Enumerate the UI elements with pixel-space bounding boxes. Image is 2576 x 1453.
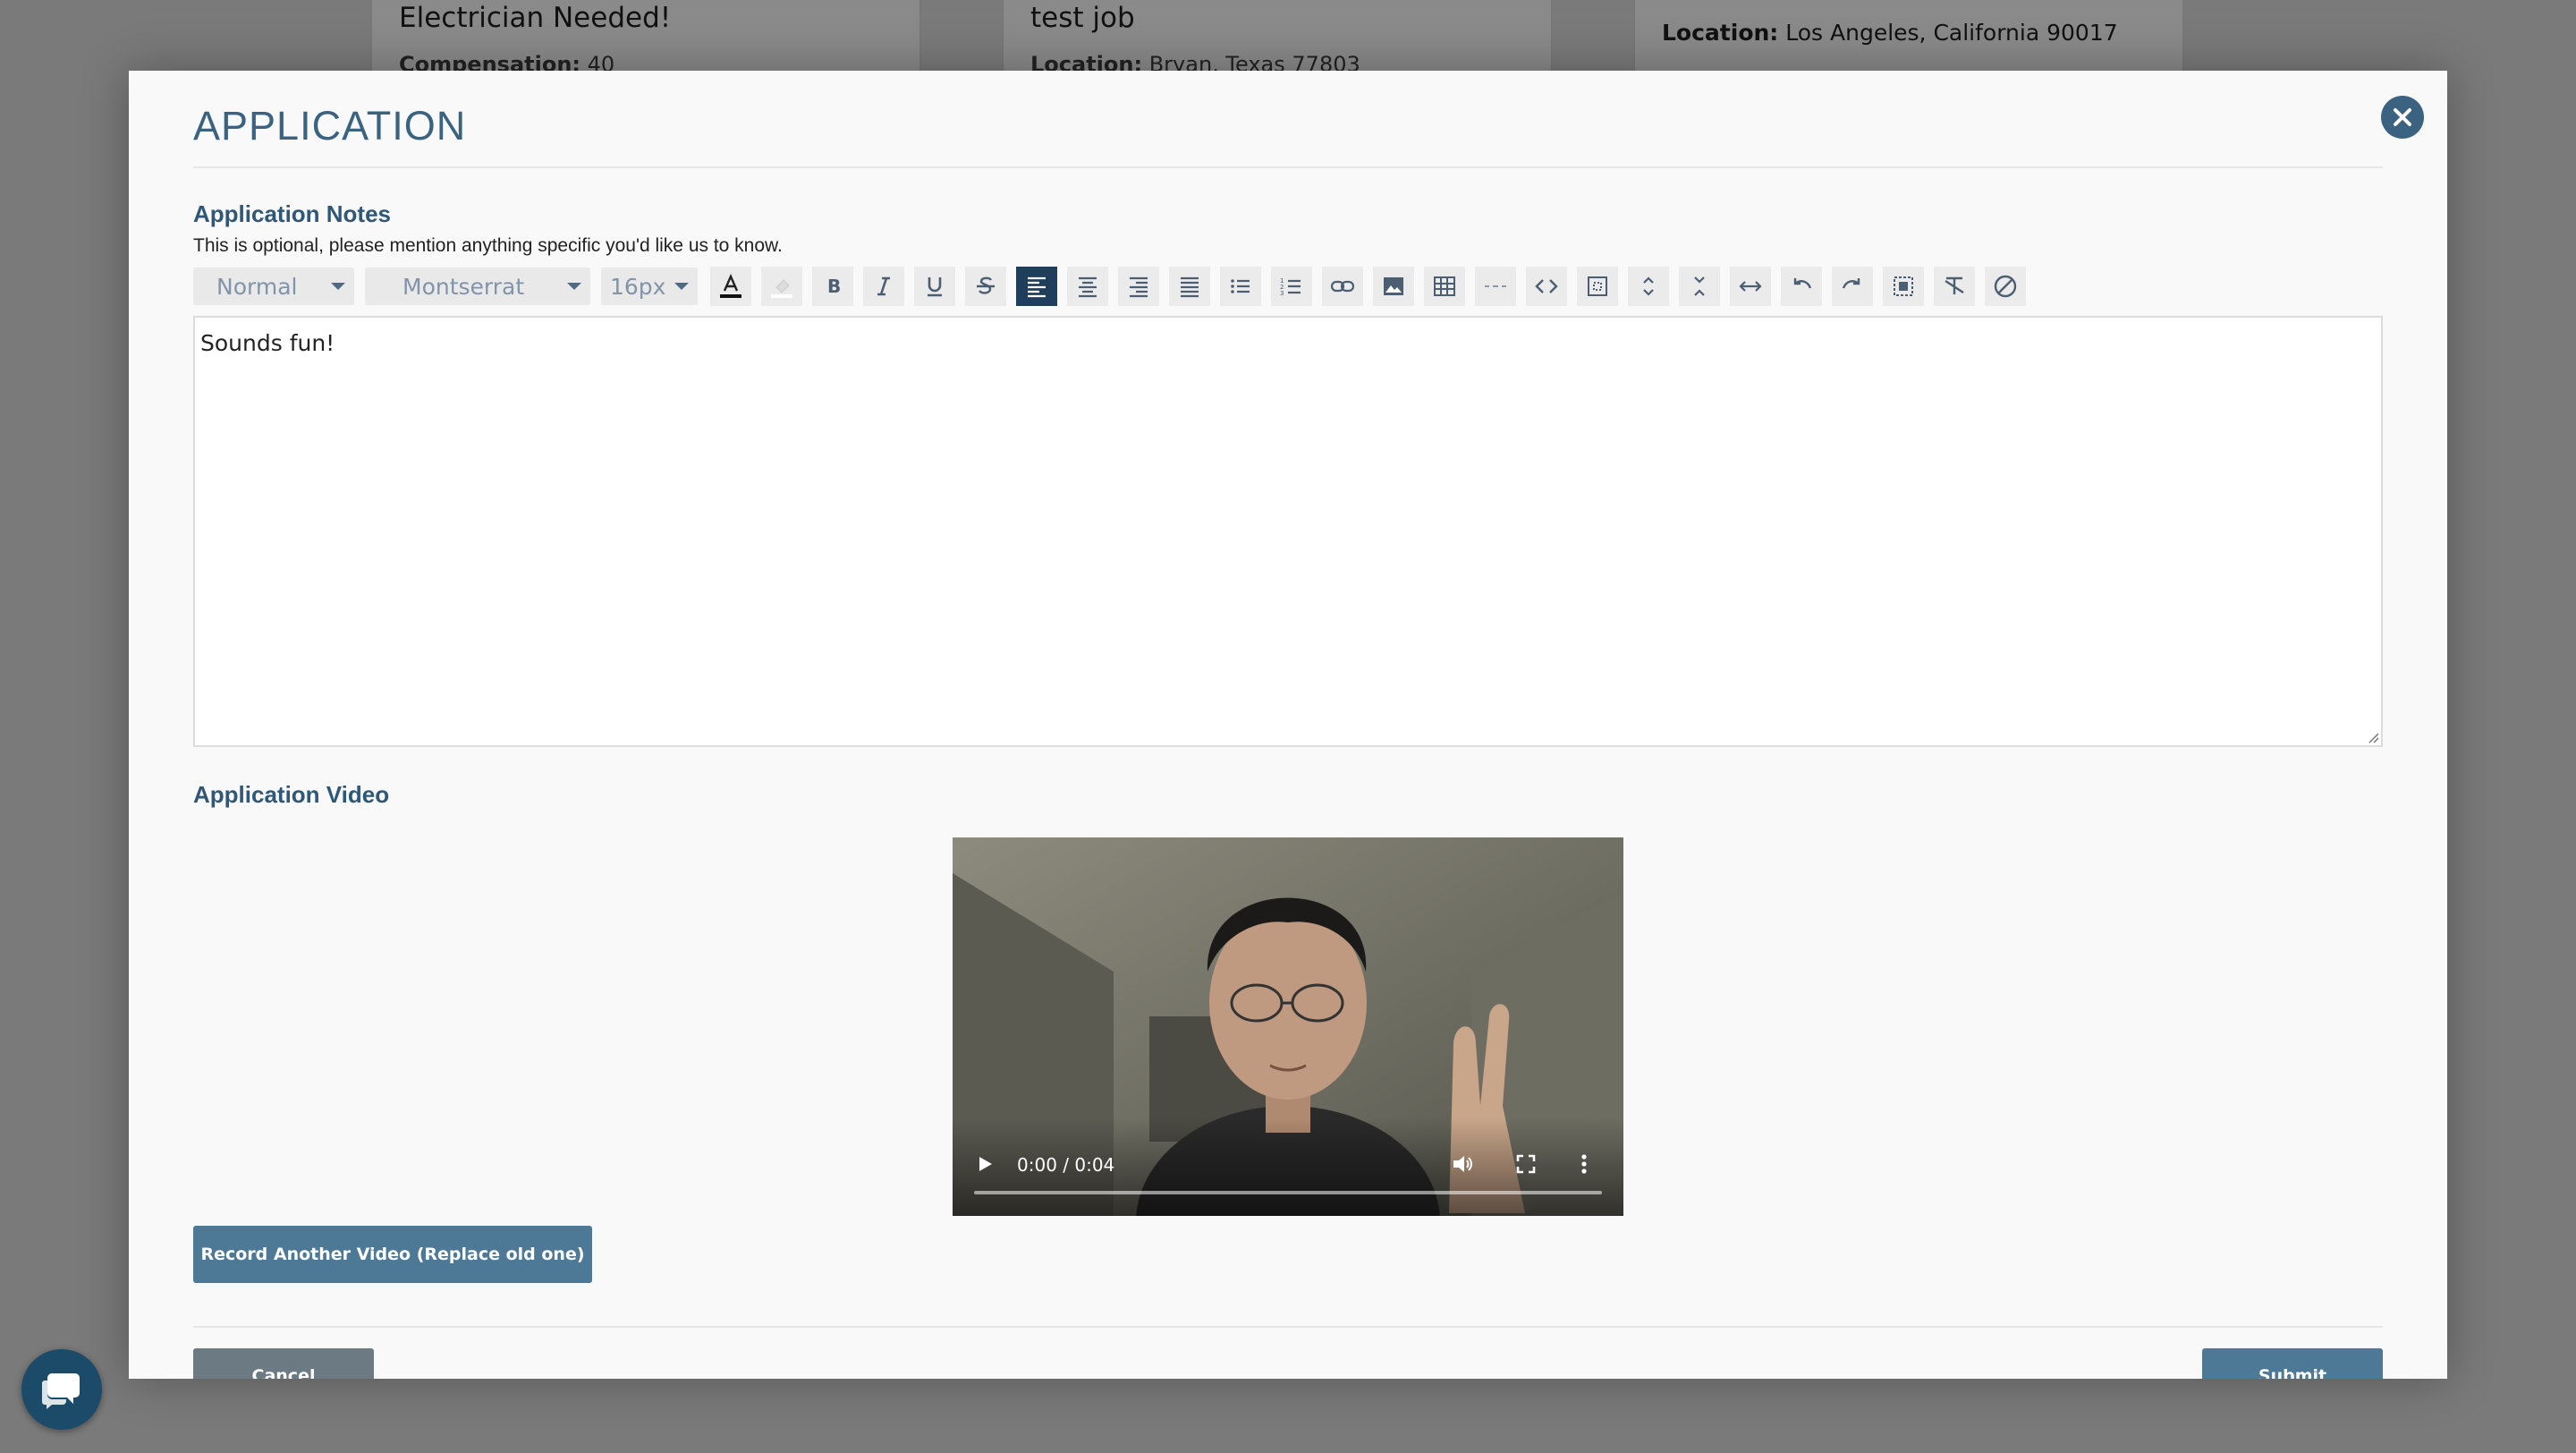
svg-text:B: B xyxy=(827,276,841,297)
align-justify-icon xyxy=(1181,276,1199,298)
chat-icon xyxy=(42,1373,80,1409)
volume-icon[interactable] xyxy=(1452,1153,1475,1175)
line-height-up-icon xyxy=(1643,276,1654,296)
strikethrough-icon xyxy=(977,276,995,294)
align-left-icon xyxy=(1028,276,1046,298)
resize-handle-icon[interactable] xyxy=(2365,729,2379,743)
video-time: 0:00 / 0:04 xyxy=(1017,1154,1115,1176)
job-card-electrician: Electrician Needed! Compensation: 40 xyxy=(370,0,921,77)
undo-icon xyxy=(1793,278,1812,289)
notes-editor-text[interactable]: Sounds fun! xyxy=(200,330,335,356)
bullet-list-button[interactable] xyxy=(1220,267,1261,306)
italic-icon xyxy=(877,276,890,296)
job-card-test: test job Location: Bryan, Texas 77803 xyxy=(1002,0,1553,77)
table-button[interactable] xyxy=(1424,267,1465,306)
align-right-icon xyxy=(1130,276,1148,298)
code-view-button[interactable] xyxy=(1526,267,1567,306)
italic-button[interactable] xyxy=(863,267,904,306)
modal-title: APPLICATION xyxy=(193,103,467,149)
align-justify-button[interactable] xyxy=(1169,267,1210,306)
clear-format-icon xyxy=(1945,276,1964,294)
svg-text:3: 3 xyxy=(1280,290,1284,297)
video-controls: 0:00 / 0:04 xyxy=(953,1117,1623,1216)
record-another-video-button[interactable]: Record Another Video (Replace old one) xyxy=(193,1226,592,1283)
numbered-list-button[interactable]: 123 xyxy=(1271,267,1312,306)
image-icon xyxy=(1384,277,1403,295)
image-button[interactable] xyxy=(1373,267,1414,306)
redo-button[interactable] xyxy=(1832,267,1873,306)
align-center-button[interactable] xyxy=(1067,267,1108,306)
close-icon xyxy=(2394,108,2411,126)
undo-button[interactable] xyxy=(1781,267,1822,306)
link-button[interactable] xyxy=(1322,267,1363,306)
job-card-title: test job xyxy=(1030,2,1135,34)
font-color-icon xyxy=(720,274,741,298)
cancel-button[interactable]: Cancel xyxy=(193,1348,374,1379)
line-height-down-button[interactable] xyxy=(1679,267,1720,306)
select-all-button[interactable] xyxy=(1883,267,1924,306)
divider xyxy=(193,1326,2383,1328)
align-center-icon xyxy=(1079,276,1097,298)
strikethrough-button[interactable] xyxy=(965,267,1006,306)
notes-label: Application Notes xyxy=(193,200,392,227)
close-button[interactable] xyxy=(2381,96,2424,139)
video-label: Application Video xyxy=(193,781,390,808)
font-size-select[interactable]: 16px xyxy=(601,268,698,305)
align-left-button[interactable] xyxy=(1016,267,1057,306)
fullscreen-button[interactable] xyxy=(1577,267,1618,306)
bold-button[interactable]: B xyxy=(812,267,853,306)
line-height-down-icon xyxy=(1694,276,1705,296)
chevron-down-icon xyxy=(674,283,689,290)
code-view-icon xyxy=(1535,279,1558,293)
table-icon xyxy=(1434,276,1455,296)
numbered-list-icon: 123 xyxy=(1280,277,1301,297)
submit-button[interactable]: Submit xyxy=(2202,1348,2383,1379)
line-height-up-button[interactable] xyxy=(1628,267,1669,306)
job-card-la: Location: Los Angeles, California 90017 xyxy=(1633,0,2184,72)
font-family-select[interactable]: Montserrat xyxy=(365,268,590,305)
highlight-color-button[interactable] xyxy=(761,267,802,306)
disable-button[interactable] xyxy=(1985,267,2026,306)
notes-help-text: This is optional, please mention anythin… xyxy=(193,235,783,256)
font-color-button[interactable] xyxy=(710,267,751,306)
application-video-player[interactable]: 0:00 / 0:04 xyxy=(953,837,1623,1216)
chat-widget-button[interactable] xyxy=(21,1349,102,1430)
play-icon[interactable] xyxy=(978,1155,994,1173)
bold-icon: B xyxy=(827,276,841,297)
video-progress-bar[interactable] xyxy=(974,1191,1602,1194)
application-modal: APPLICATION Application Notes This is op… xyxy=(129,71,2447,1379)
link-icon xyxy=(1330,280,1355,293)
select-all-icon xyxy=(1894,276,1913,296)
highlight-color-icon xyxy=(771,279,792,298)
editor-toolbar: Normal Montserrat 16px B 123 xyxy=(193,267,2036,306)
chevron-down-icon xyxy=(331,283,345,290)
letter-spacing-button[interactable] xyxy=(1730,267,1771,306)
underline-button[interactable] xyxy=(914,267,955,306)
more-options-icon[interactable] xyxy=(1580,1153,1588,1175)
paragraph-style-select[interactable]: Normal xyxy=(193,268,354,305)
redo-icon xyxy=(1842,278,1860,289)
chevron-down-icon xyxy=(567,283,581,290)
align-right-button[interactable] xyxy=(1118,267,1159,306)
underline-icon xyxy=(928,277,942,297)
fullscreen-icon xyxy=(1588,276,1607,296)
divider xyxy=(193,166,2383,168)
horizontal-rule-button[interactable] xyxy=(1475,267,1516,306)
fullscreen-icon[interactable] xyxy=(1516,1154,1536,1174)
job-card-detail: Location: Los Angeles, California 90017 xyxy=(1662,20,2118,46)
job-card-title: Electrician Needed! xyxy=(399,2,672,34)
clear-format-button[interactable] xyxy=(1934,267,1975,306)
horizontal-rule-icon xyxy=(1485,285,1506,287)
letter-spacing-icon xyxy=(1739,281,1762,292)
bullet-list-icon xyxy=(1231,279,1250,293)
notes-editor[interactable]: Sounds fun! xyxy=(193,316,2383,747)
disable-icon xyxy=(1994,275,2017,298)
